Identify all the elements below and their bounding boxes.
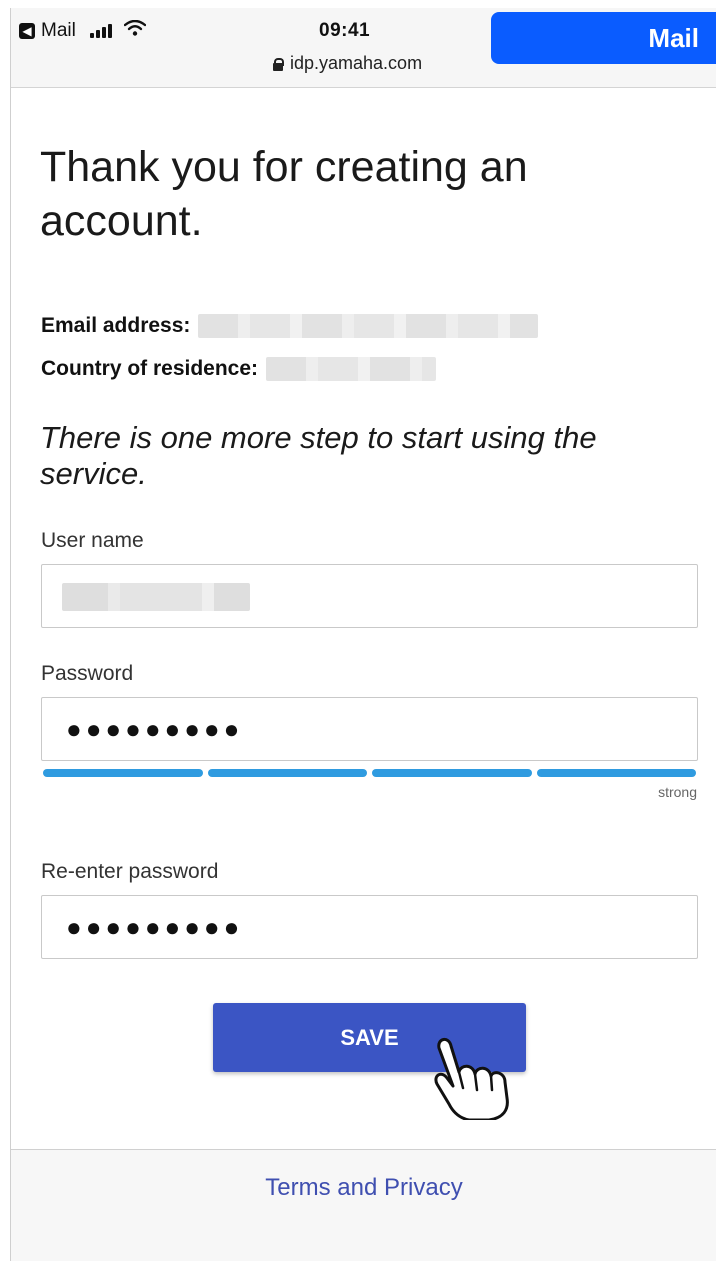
country-row: Country of residence: [41, 357, 437, 381]
back-arrow-icon: ◀ [19, 23, 35, 39]
strength-segment [536, 769, 696, 777]
step-message: There is one more step to start using th… [40, 420, 597, 491]
wifi-icon [123, 19, 147, 42]
clock: 09:41 [319, 20, 371, 41]
password-dots: ●●●●●●●●● [66, 714, 244, 744]
back-app-label: Mail [41, 20, 76, 41]
strength-segment [207, 769, 367, 777]
redacted-email [198, 314, 539, 338]
hand-pointer-icon [434, 1038, 509, 1120]
username-input[interactable] [41, 564, 698, 628]
footer: Terms and Privacy [11, 1149, 716, 1261]
redacted-country [266, 357, 437, 381]
status-bar: ◀ Mail 09:41 idp.yamaha.com Mail [11, 8, 716, 88]
reenter-password-input[interactable]: ●●●●●●●●● [41, 895, 698, 959]
page-title: Thank you for creating an account. [40, 143, 528, 245]
strength-segment [372, 769, 532, 777]
browser-frame: ◀ Mail 09:41 idp.yamaha.com Mail Thank y… [10, 8, 716, 1261]
terms-privacy-link[interactable]: Terms and Privacy [11, 1174, 716, 1202]
password-strength-meter [43, 769, 696, 777]
mail-button[interactable]: Mail [491, 12, 716, 64]
country-label: Country of residence: [41, 357, 259, 380]
back-to-app[interactable]: ◀ Mail [19, 19, 147, 42]
lock-icon [273, 57, 284, 71]
address-bar[interactable]: idp.yamaha.com [273, 53, 422, 74]
cellular-signal-icon [89, 24, 112, 38]
strength-label: strong [658, 784, 697, 800]
url-text: idp.yamaha.com [290, 53, 423, 73]
password-label: Password [41, 662, 134, 685]
reenter-password-label: Re-enter password [41, 860, 219, 883]
username-label: User name [41, 529, 144, 552]
email-label: Email address: [41, 314, 191, 337]
reenter-password-dots: ●●●●●●●●● [66, 912, 244, 942]
password-input[interactable]: ●●●●●●●●● [41, 697, 698, 761]
email-row: Email address: [41, 314, 539, 338]
strength-segment [43, 769, 203, 777]
redacted-username [62, 583, 250, 611]
